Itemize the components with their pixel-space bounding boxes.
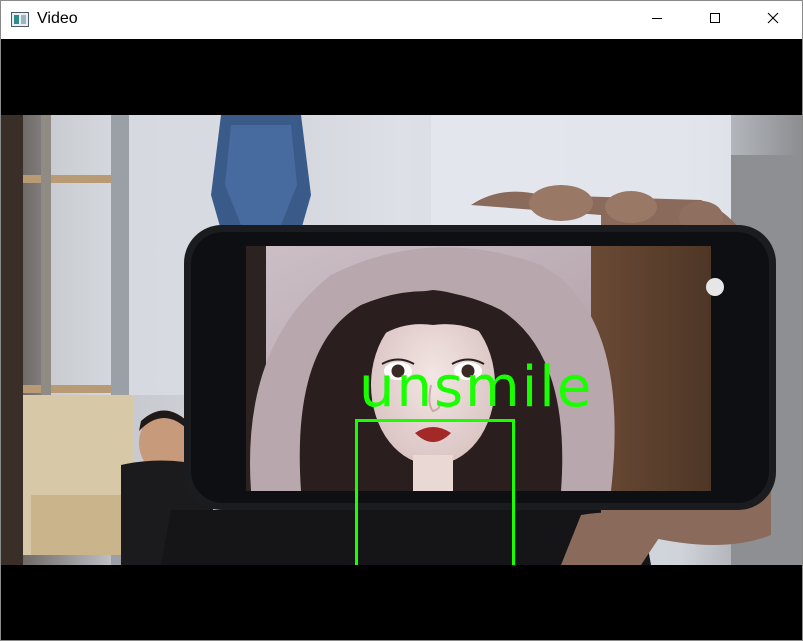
detection-label: unsmile [359, 355, 594, 420]
video-display: unsmile [1, 39, 802, 640]
maximize-icon [709, 11, 721, 29]
window-app-icon [11, 12, 29, 27]
close-button[interactable] [744, 1, 802, 39]
minimize-icon [651, 11, 663, 29]
title-bar[interactable]: Video [1, 1, 802, 39]
camera-frame: unsmile [1, 115, 802, 565]
maximize-button[interactable] [686, 1, 744, 39]
face-detection-box [355, 419, 515, 565]
window-title: Video [37, 10, 78, 27]
video-window: Video unsmile [0, 0, 803, 641]
close-icon [767, 11, 779, 29]
minimize-button[interactable] [628, 1, 686, 39]
